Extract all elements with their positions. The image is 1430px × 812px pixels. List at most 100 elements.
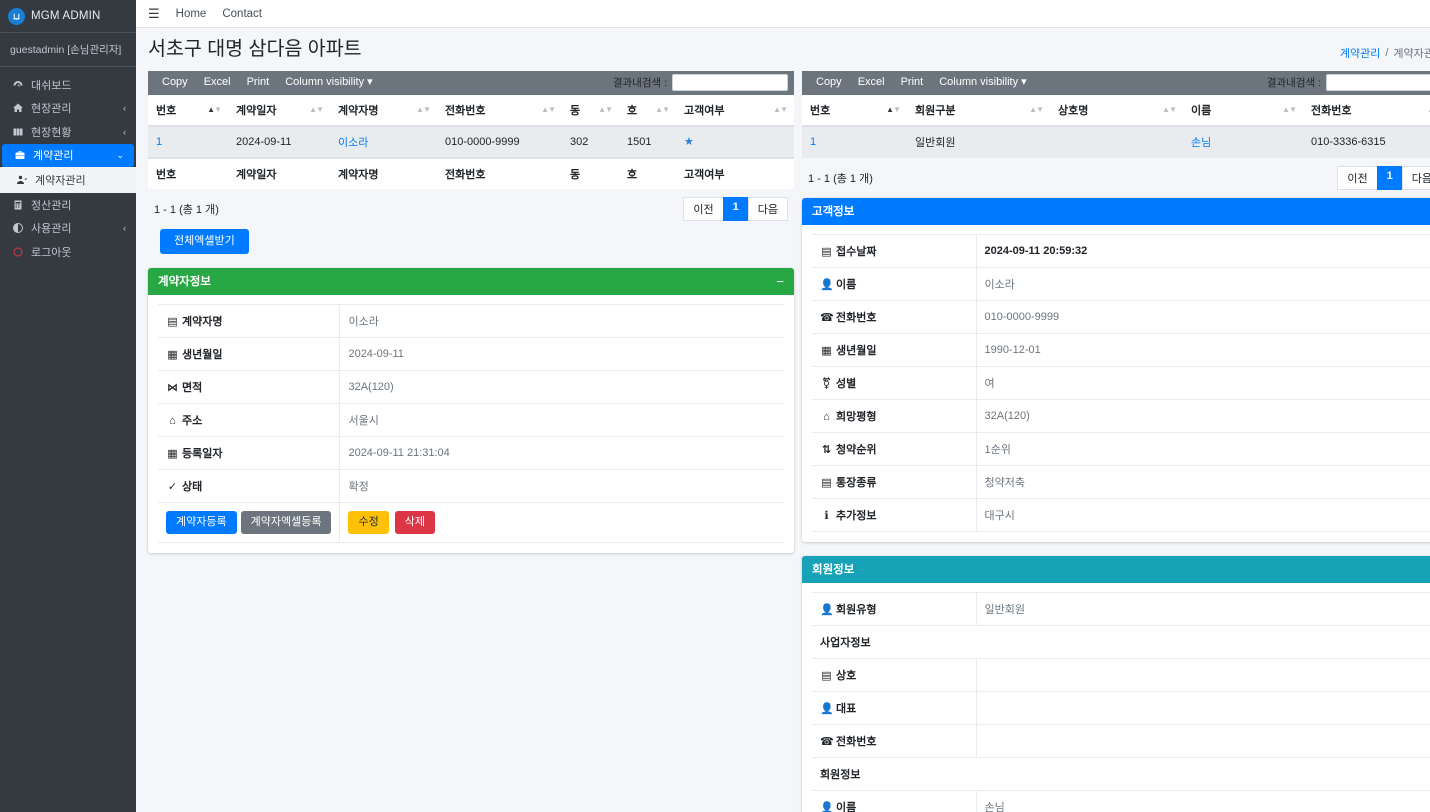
left-actions-cell: 계약자등록 계약자엑셀등록 (158, 502, 341, 543)
info-row: ▤ 통장종류 청약저축 (812, 465, 1430, 499)
card-title: 고객정보 (812, 206, 855, 219)
edit-button[interactable]: 수정 (348, 510, 389, 534)
sidebar-item-dashboard[interactable]: 대쉬보드 (0, 73, 136, 97)
col-header-business-name[interactable]: 상호명 ▲▼ (1050, 94, 1183, 127)
print-button[interactable]: Print (893, 73, 932, 91)
page-number-button[interactable]: 1 (722, 196, 749, 221)
column-visibility-button[interactable]: Column visibility ▾ (277, 73, 380, 91)
search-input[interactable] (1326, 74, 1430, 92)
logout-icon (10, 246, 26, 258)
col-header-name[interactable]: 이름 ▲▼ (1183, 94, 1303, 127)
user-label: guestadmin [손님관리자] (10, 44, 122, 56)
copy-button[interactable]: Copy (808, 73, 850, 91)
table-header-row: 번호 ▲▼ 계약일자 ▲▼ 계약자명 ▲▼ 전화번호 ▲▼ 동 ▲▼ 호 ▲▼ 고객여부 ▲▼ (148, 94, 794, 127)
topnav-link-contact[interactable]: Contact (222, 8, 262, 20)
phone-icon: ☎ (820, 735, 834, 748)
col-header-phone[interactable]: 전화번호▲▼ (437, 94, 562, 127)
col-header-no[interactable]: 번호 ▲▼ (802, 94, 907, 127)
sort-icon: ⇅ (821, 443, 832, 456)
info-row: ▤ 상호 (812, 658, 1430, 692)
section-business-info: 사업자정보 (820, 636, 871, 649)
sort-icon: ▲▼ (886, 104, 901, 114)
search-input[interactable] (672, 74, 788, 92)
cell-contractor-name[interactable]: 이소라 (330, 125, 437, 159)
sidebar-item-site-management[interactable]: 현장관리 ‹ (0, 97, 136, 121)
sidebar-item-site-status[interactable]: 현장현황 ‹ (0, 120, 136, 144)
value-extra-info: 대구시 (984, 509, 1015, 522)
excel-button[interactable]: Excel (196, 73, 239, 91)
info-row: ▦ 등록일자 2024-09-11 21:31:04 (158, 436, 784, 470)
table-row[interactable]: 1 2024-09-11 이소라 010-0000-9999 302 1501 … (148, 125, 794, 159)
row-no-link[interactable]: 1 (810, 136, 816, 148)
row-no-link[interactable]: 1 (156, 136, 162, 148)
cell-ho: 1501 (619, 125, 676, 159)
info-row: ⇅ 청약순위 1순위 (812, 432, 1430, 466)
col-header-customer-flag[interactable]: 고객여부 ▲▼ (676, 94, 794, 127)
col-header-ho[interactable]: 호 ▲▼ (619, 94, 676, 127)
brand[interactable]: MGM ADMIN (0, 0, 136, 33)
value-receipt-date: 2024-09-11 20:59:32 (984, 244, 1088, 257)
page-next-button[interactable]: 다음 (1401, 165, 1430, 190)
sidebar-subitem-label: 계약자관리 (35, 175, 86, 187)
value-area: 32A(120) (348, 380, 394, 393)
page-next-button[interactable]: 다음 (747, 196, 788, 221)
customer-info-table: ▤ 접수날짜 2024-09-11 20:59:32 👤 이름 이소라 ☎ 전화번호 … (812, 234, 1430, 532)
sidebar-item-contractor-management[interactable]: 계약자관리 (0, 167, 136, 193)
col-header-contractor-name[interactable]: 계약자명 ▲▼ (330, 94, 437, 127)
cell-no[interactable]: 1 (148, 125, 228, 159)
label-member-type: 👤 회원유형 (812, 592, 977, 626)
cell-no[interactable]: 1 (802, 125, 907, 158)
topnav-link-home[interactable]: Home (176, 8, 207, 20)
excel-button[interactable]: Excel (850, 73, 893, 91)
info-row: ▦ 생년월일 1990-12-01 (812, 333, 1430, 367)
cell-contract-date: 2024-09-11 (228, 125, 330, 159)
breadcrumb-link-contract[interactable]: 계약관리 (1340, 45, 1380, 61)
sidebar-item-settlement-management[interactable]: 정산관리 (0, 193, 136, 217)
section-row: 회원정보 (812, 757, 1430, 791)
home-icon (10, 102, 26, 114)
value-birthdate: 1990-12-01 (984, 343, 1041, 356)
register-contractor-button[interactable]: 계약자등록 (166, 510, 237, 534)
card-title: 회원정보 (812, 564, 855, 577)
member-name-link[interactable]: 손님 (1191, 137, 1211, 149)
copy-button[interactable]: Copy (154, 73, 196, 91)
table-row[interactable]: 1 일반회원 손님 010-3336-6315 (802, 125, 1430, 158)
clipboard-icon: ▤ (167, 315, 178, 328)
delete-button[interactable]: 삭제 (394, 510, 435, 534)
label-phone: ☎ 전화번호 (812, 300, 977, 334)
col-header-phone[interactable]: 전화번호▲▼ (1303, 94, 1430, 127)
page-prev-button[interactable]: 이전 (683, 196, 724, 221)
contractor-card-header: 계약자정보 − (148, 267, 794, 295)
register-contractor-excel-button[interactable]: 계약자엑셀등록 (240, 510, 332, 534)
page-number-button[interactable]: 1 (1376, 165, 1403, 190)
col-header-member-type[interactable]: 회원구분 ▲▼ (907, 94, 1050, 127)
column-visibility-button[interactable]: Column visibility ▾ (931, 73, 1034, 91)
member-card-header: 회원정보 − (802, 555, 1430, 583)
col-header-contract-date[interactable]: 계약일자 ▲▼ (228, 94, 330, 127)
member-card-body: 👤 회원유형 일반회원 사업자정보 ▤ 상호 👤 대표 ☎ 전화번호 회원정보 … (802, 583, 1430, 812)
breadcrumb-separator: / (1385, 46, 1389, 59)
contractor-name-link[interactable]: 이소라 (338, 137, 368, 149)
customer-card-body: ▤ 접수날짜 2024-09-11 20:59:32 👤 이름 이소라 ☎ 전화번호 … (802, 225, 1430, 542)
cell-name[interactable]: 손님 (1183, 125, 1303, 158)
contrast-icon (10, 222, 26, 234)
collapse-icon[interactable]: − (776, 275, 784, 288)
card-title: 계약자정보 (158, 276, 211, 289)
col-header-dong[interactable]: 동 ▲▼ (562, 94, 619, 127)
sidebar-item-contract-management[interactable]: 계약관리 ⌄ (2, 143, 134, 167)
contract-datatable: Copy Excel Print Column visibility ▾ 결과내… (148, 70, 794, 189)
contractor-info-table: ▤ 계약자명 이소라 ▦ 생년월일 2024-09-11 ⋈ 면적 32A(120) (158, 304, 784, 543)
print-button[interactable]: Print (239, 73, 278, 91)
value-business-name (976, 658, 1430, 691)
sidebar-item-usage-management[interactable]: 사용관리 ‹ (0, 217, 136, 241)
page-prev-button[interactable]: 이전 (1337, 165, 1378, 190)
col-header-no[interactable]: 번호 ▲▼ (148, 94, 228, 127)
info-row: ⚧ 성별 여 (812, 366, 1430, 400)
caret-down-icon: ▾ (367, 76, 373, 89)
download-all-excel-button[interactable]: 전체엑셀받기 (160, 228, 249, 254)
foot-col-contractor-name: 계약자명 (330, 156, 437, 189)
hamburger-menu-icon[interactable]: ☰ (148, 7, 160, 20)
sidebar-item-logout[interactable]: 로그아웃 (0, 240, 136, 264)
contract-datatable-toolbar: Copy Excel Print Column visibility ▾ 결과내… (148, 70, 794, 95)
section-member-info: 회원정보 (820, 768, 861, 781)
